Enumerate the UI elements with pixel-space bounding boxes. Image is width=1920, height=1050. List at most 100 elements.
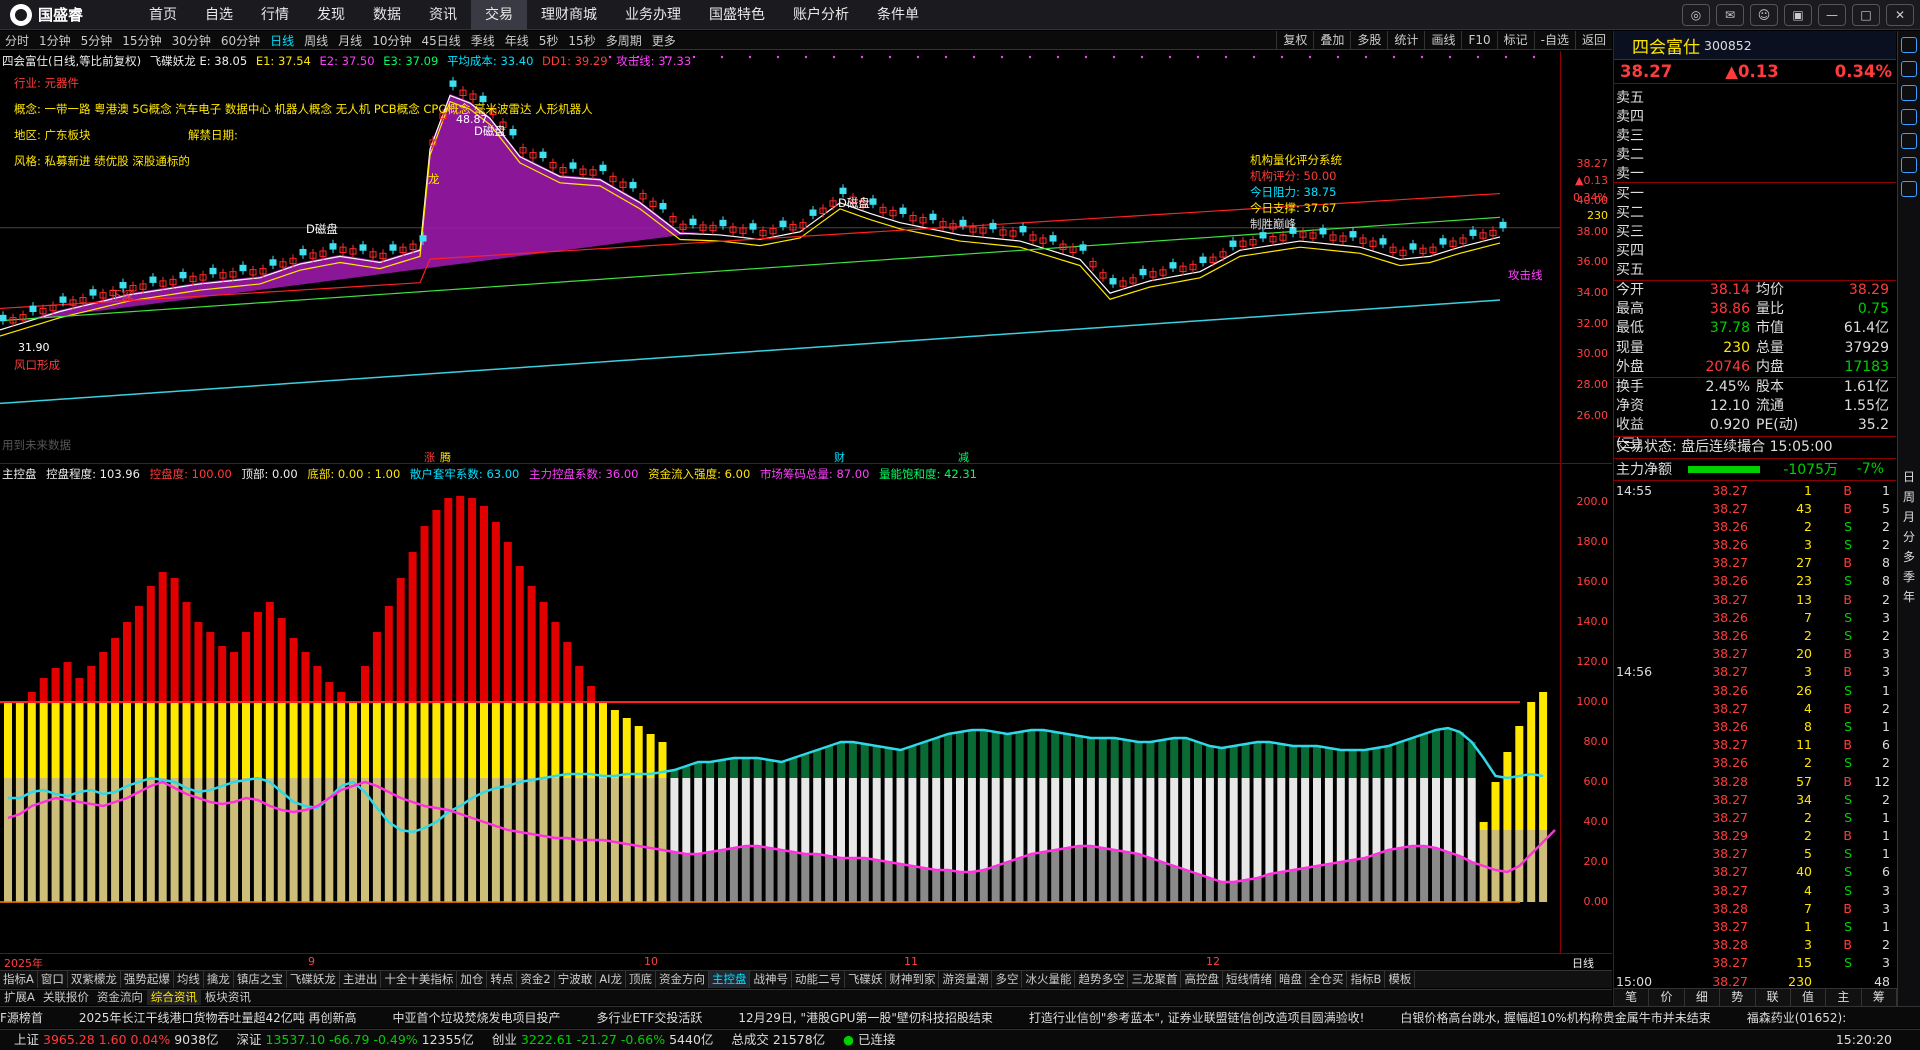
side-period-5[interactable]: 季 — [1898, 567, 1920, 587]
connection-status[interactable]: ● 已连接 — [843, 1030, 895, 1050]
sz-index[interactable]: 深证 13537.10 -66.79 -0.49% 12355亿 — [237, 1030, 474, 1050]
indicator-tab-28[interactable]: 短线情绪 — [1223, 971, 1276, 988]
news-item-5[interactable]: 打造行业信创"参考蓝本", 证券业联盟链信创改造项目圆满验收! — [1029, 1007, 1364, 1028]
menu-item-11[interactable]: 条件单 — [863, 0, 933, 30]
toolbar-btn-0[interactable]: 复权 — [1276, 31, 1313, 49]
quote-tab-2[interactable]: 细 — [1685, 989, 1721, 1006]
indicator-tab-19[interactable]: 动能二号 — [792, 971, 845, 988]
period-6[interactable]: 日线 — [265, 32, 299, 49]
indicator-tab-9[interactable]: 十全十美指标 — [381, 971, 458, 988]
toolbar-btn-8[interactable]: 返回 — [1574, 31, 1612, 49]
list-icon[interactable] — [1901, 181, 1917, 197]
menu-item-3[interactable]: 发现 — [303, 0, 359, 30]
down-arrow-icon[interactable] — [1901, 61, 1917, 77]
menu-item-1[interactable]: 自选 — [191, 0, 247, 30]
indicator-tab-5[interactable]: 擒龙 — [204, 971, 234, 988]
period-5[interactable]: 60分钟 — [216, 32, 265, 49]
indicator-tab-14[interactable]: AI龙 — [596, 971, 626, 988]
order-row-0[interactable]: 卖五 — [1614, 87, 1896, 106]
grid-icon[interactable] — [1901, 157, 1917, 173]
indicator-tab-8[interactable]: 主进出 — [340, 971, 382, 988]
sub-tab-3[interactable]: 综合资讯 — [146, 990, 201, 1005]
period-12[interactable]: 年线 — [500, 32, 534, 49]
period-13[interactable]: 5秒 — [534, 32, 564, 49]
order-row-7[interactable]: 买三 — [1614, 221, 1896, 240]
menu-item-7[interactable]: 理财商城 — [527, 0, 611, 30]
menu-item-10[interactable]: 账户分析 — [779, 0, 863, 30]
indicator-tab-22[interactable]: 游资量潮 — [939, 971, 993, 988]
period-0[interactable]: 分时 — [0, 32, 34, 49]
indicator-tab-27[interactable]: 高控盘 — [1181, 971, 1223, 988]
quote-tab-0[interactable]: 笔 — [1614, 989, 1650, 1006]
indicator-tab-24[interactable]: 冰火量能 — [1022, 971, 1076, 988]
indicator-tab-32[interactable]: 模板 — [1385, 971, 1416, 988]
period-14[interactable]: 15秒 — [563, 32, 600, 49]
up-arrow-icon[interactable] — [1901, 37, 1917, 53]
sub-tab-0[interactable]: 扩展A — [0, 990, 39, 1005]
indicator-tab-6[interactable]: 镇店之宝 — [234, 971, 287, 988]
indicator-chart[interactable]: 主控盘 控盘程度: 103.96 控盘度: 100.00 顶部: 0.00 底部… — [0, 463, 1612, 953]
quote-tab-6[interactable]: 主 — [1826, 989, 1862, 1006]
sh-index[interactable]: 上证 3965.28 1.60 0.04% 9038亿 — [14, 1030, 219, 1050]
indicator-tab-10[interactable]: 加仓 — [457, 971, 488, 988]
user-icon[interactable]: ☺ — [1750, 4, 1778, 26]
period-15[interactable]: 多周期 — [601, 32, 647, 49]
chart-icon[interactable] — [1901, 85, 1917, 101]
indicator-tab-29[interactable]: 暗盘 — [1276, 971, 1306, 988]
menu-item-2[interactable]: 行情 — [247, 0, 303, 30]
period-4[interactable]: 30分钟 — [167, 32, 216, 49]
side-period-4[interactable]: 多 — [1898, 547, 1920, 567]
indicator-tab-23[interactable]: 多空 — [992, 971, 1023, 988]
period-10[interactable]: 45日线 — [416, 32, 465, 49]
toolbar-btn-6[interactable]: 标记 — [1496, 31, 1534, 49]
toolbar-btn-5[interactable]: F10 — [1461, 31, 1496, 49]
toolbar-btn-1[interactable]: 叠加 — [1313, 31, 1350, 49]
indicator-tab-3[interactable]: 强势起爆 — [121, 971, 174, 988]
news-item-1[interactable]: 2025年长江干线港口货物吞吐量超42亿吨 再创新高 — [79, 1007, 357, 1028]
indicator-tab-17[interactable]: 主控盘 — [708, 971, 751, 988]
trend-icon[interactable] — [1901, 133, 1917, 149]
indicator-tab-11[interactable]: 转点 — [487, 971, 518, 988]
minimize-icon[interactable]: — — [1818, 4, 1846, 26]
period-1[interactable]: 1分钟 — [34, 32, 76, 49]
order-row-6[interactable]: 买二 — [1614, 202, 1896, 221]
menu-item-0[interactable]: 首页 — [135, 0, 191, 30]
side-period-1[interactable]: 周 — [1898, 487, 1920, 507]
menu-item-9[interactable]: 国盛特色 — [695, 0, 779, 30]
quote-tab-7[interactable]: 筹 — [1862, 989, 1897, 1006]
order-row-2[interactable]: 卖三 — [1614, 125, 1896, 144]
indicator-tab-26[interactable]: 三龙聚首 — [1128, 971, 1182, 988]
period-9[interactable]: 10分钟 — [367, 32, 416, 49]
news-item-3[interactable]: 多行业ETF交投活跃 — [597, 1007, 703, 1028]
maximize-icon[interactable]: □ — [1852, 4, 1880, 26]
quote-tab-1[interactable]: 价 — [1649, 989, 1685, 1006]
news-item-7[interactable]: 福森药业(01652): — [1747, 1007, 1847, 1028]
side-period-2[interactable]: 月 — [1898, 507, 1920, 527]
order-row-9[interactable]: 买五 — [1614, 259, 1896, 278]
side-period-3[interactable]: 分 — [1898, 527, 1920, 547]
indicator-tab-13[interactable]: 宁波敢 — [555, 971, 597, 988]
skin-icon[interactable]: ▣ — [1784, 4, 1812, 26]
quote-tab-4[interactable]: 联 — [1756, 989, 1791, 1006]
tick-list[interactable]: 14:55 38.27 1 B 1 38.27 43 B 5 38.26 2 S 2 38.26 3 S 2 38… — [1614, 481, 1896, 991]
news-item-6[interactable]: 白银价格高台跳水, 握幅超10%机构称贵金属牛市并未结束 — [1400, 1007, 1710, 1028]
menu-item-8[interactable]: 业务办理 — [611, 0, 695, 30]
period-8[interactable]: 月线 — [333, 32, 367, 49]
news-item-2[interactable]: 中亚首个垃圾焚烧发电项目投产 — [393, 1007, 561, 1028]
indicator-tab-16[interactable]: 资金方向 — [656, 971, 709, 988]
kline-chart[interactable]: 四会富仕(日线,等比前复权) 飞碟妖龙 E: 38.05 E1: 37.54 E… — [0, 51, 1612, 463]
indicator-tab-12[interactable]: 资金2 — [517, 971, 555, 988]
news-item-0[interactable]: F源榜首 — [0, 1007, 43, 1028]
news-item-4[interactable]: 12月29日, "港股GPU第一股"壁仞科技招股结束 — [738, 1007, 993, 1028]
order-row-3[interactable]: 卖二 — [1614, 144, 1896, 163]
indicator-tab-15[interactable]: 顶底 — [626, 971, 656, 988]
indicator-tab-20[interactable]: 飞碟妖 — [845, 971, 887, 988]
indicator-tab-25[interactable]: 趋势多空 — [1075, 971, 1129, 988]
toolbar-btn-4[interactable]: 画线 — [1424, 31, 1461, 49]
side-period-0[interactable]: 日 — [1898, 467, 1920, 487]
order-row-5[interactable]: 买一 — [1614, 183, 1896, 202]
side-period-6[interactable]: 年 — [1898, 587, 1920, 607]
indicator-tab-0[interactable]: 指标A — [0, 971, 38, 988]
period-16[interactable]: 更多 — [647, 32, 681, 49]
menu-item-4[interactable]: 数据 — [359, 0, 415, 30]
